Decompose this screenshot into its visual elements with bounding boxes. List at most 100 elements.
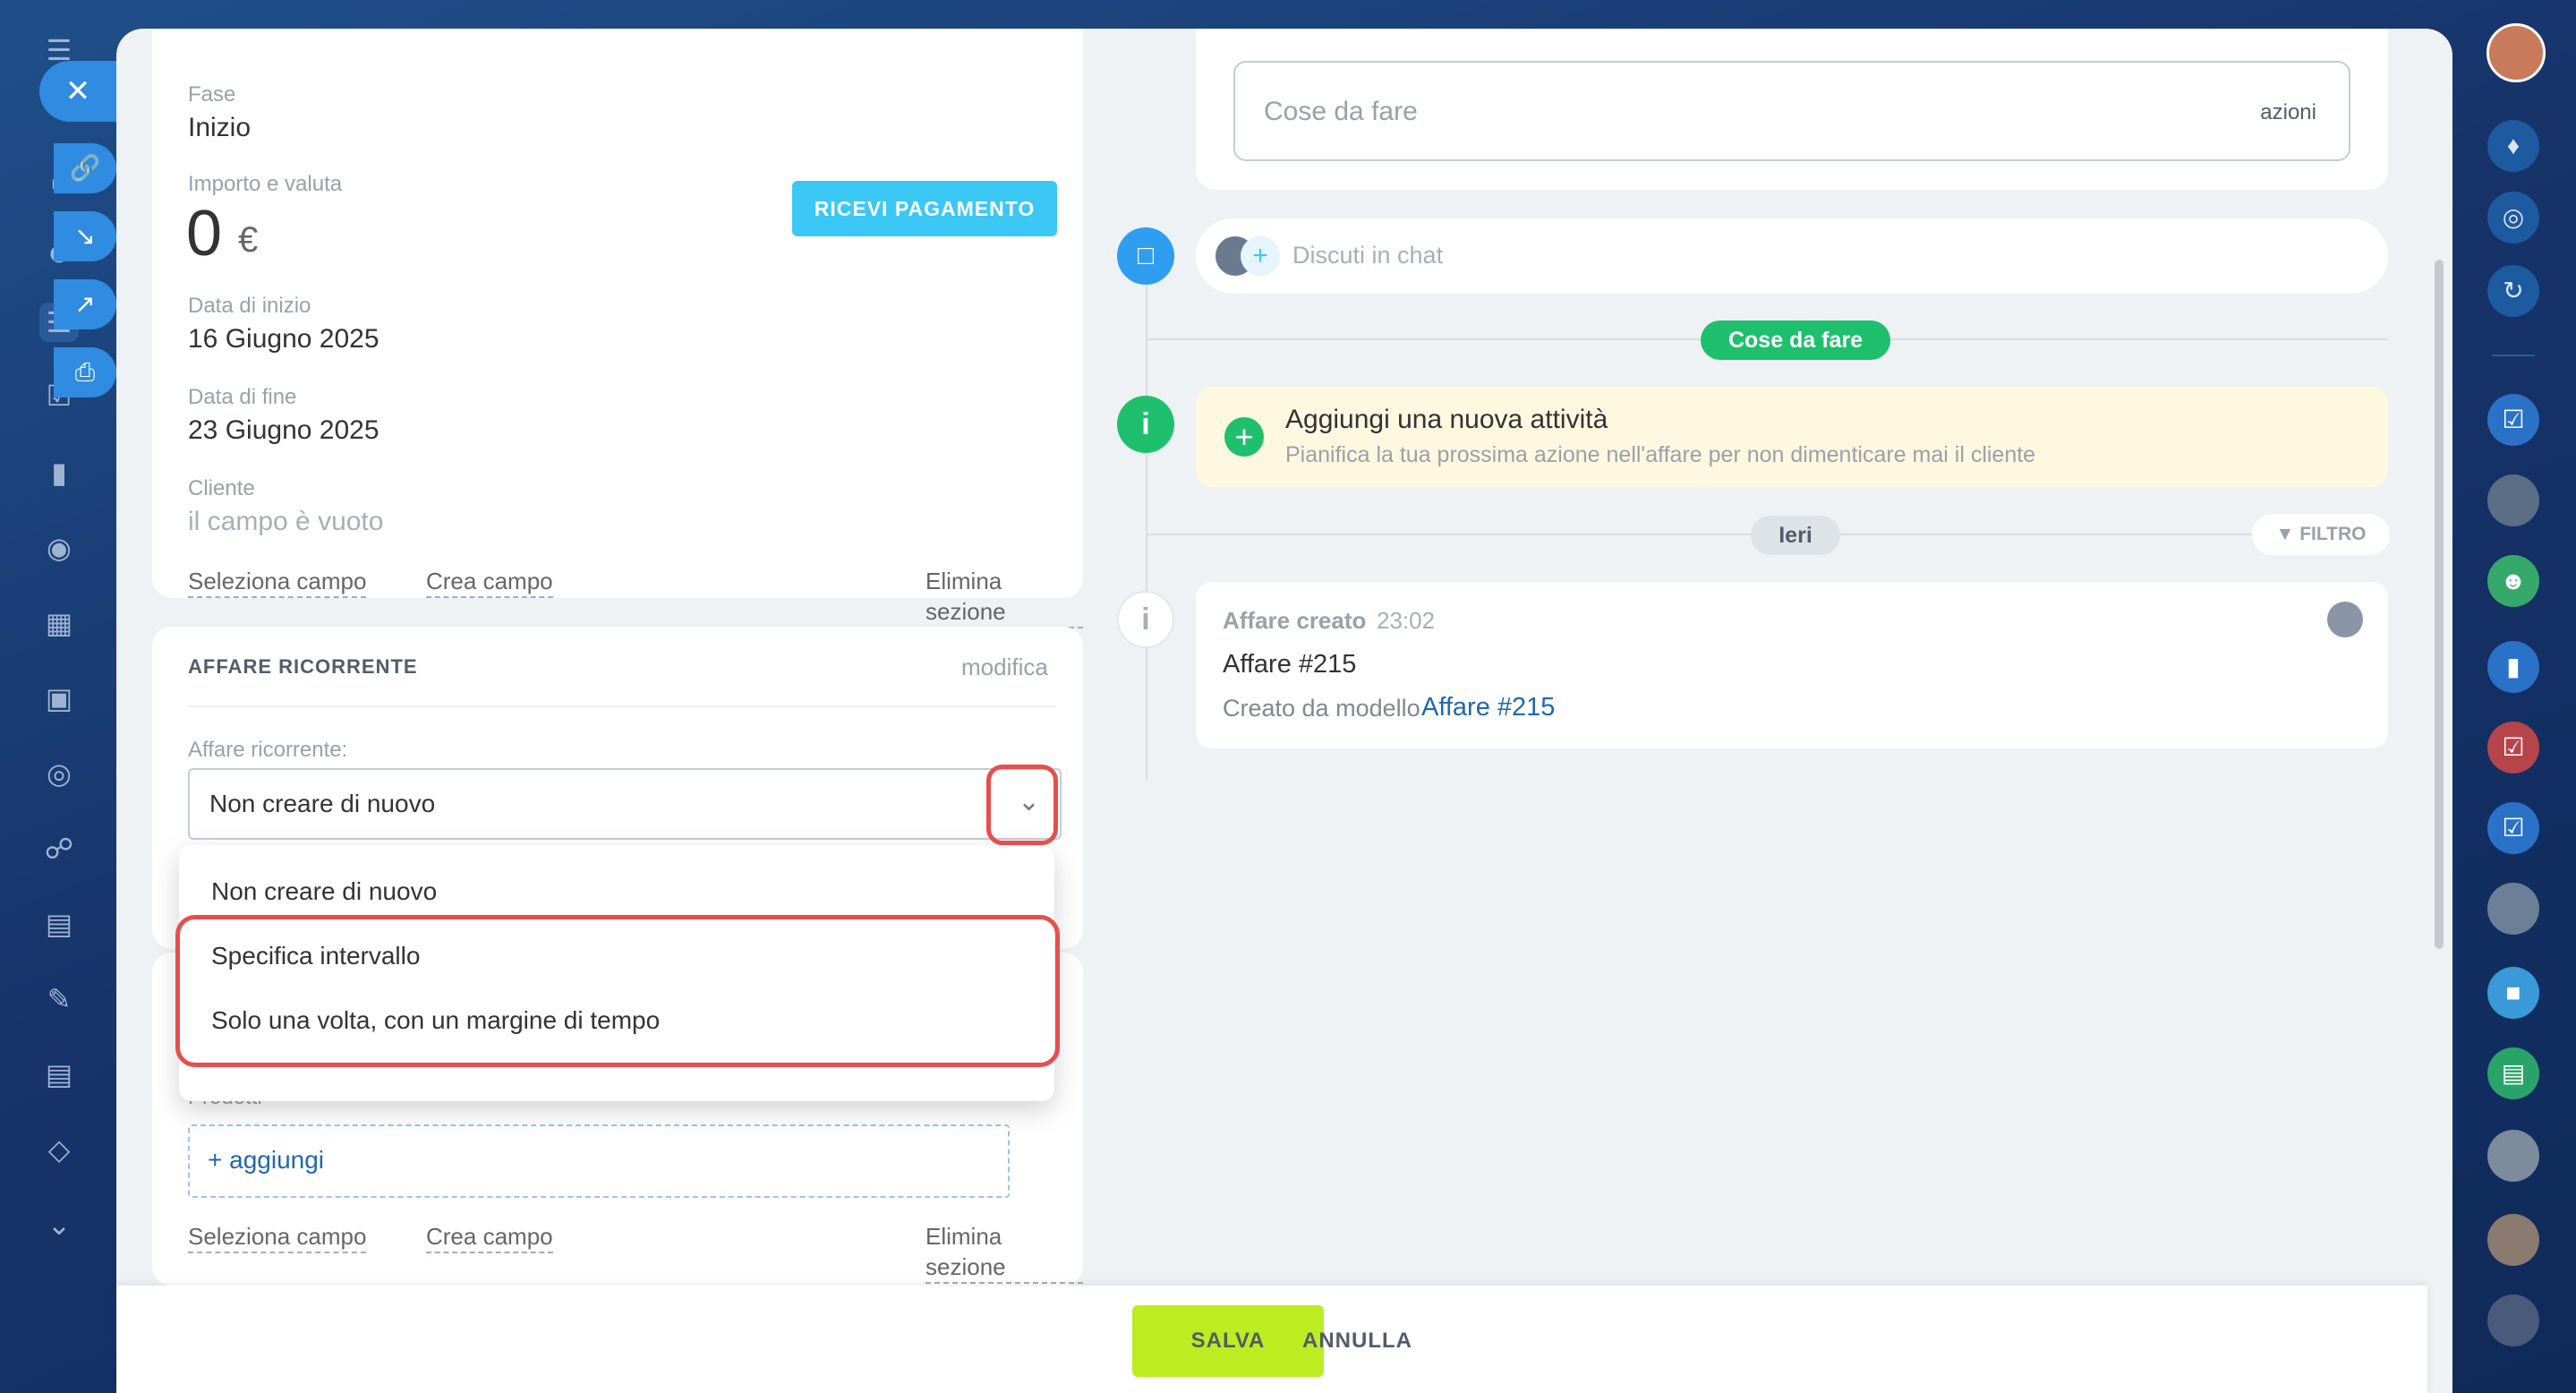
new-activity-title: Aggiungi una nuova attività <box>1285 405 1608 434</box>
yesterday-pill: Ieri <box>1751 516 1840 555</box>
more-icon[interactable]: ⌄ <box>39 1205 79 1244</box>
list-icon[interactable]: ▤ <box>39 1055 79 1094</box>
right-sidebar: ♦ ◎ ↻ ☑ ☻ ▮ ☑ ☑ ■ ▤ <box>2452 0 2576 1393</box>
end-date-label: Data di fine <box>188 385 297 409</box>
deal-created-event: Affare creato 23:02 Affare #215 Creato d… <box>1196 582 2388 748</box>
task-icon[interactable]: ☑ <box>2487 802 2539 854</box>
avatar[interactable] <box>2487 474 2539 526</box>
timeline-divider <box>1146 534 2256 535</box>
stage-label: Fase <box>188 82 236 107</box>
create-field-link[interactable]: Crea campo <box>426 1221 553 1253</box>
actions-dropdown[interactable]: azioni <box>2260 100 2316 125</box>
add-activity-icon[interactable]: + <box>1224 417 1264 457</box>
cart-icon[interactable]: ☍ <box>39 829 79 868</box>
section-divider <box>188 705 1056 707</box>
filter-button[interactable]: ▼ FILTRO <box>2252 514 2390 555</box>
close-icon: ✕ <box>64 74 91 108</box>
copilot-icon[interactable]: ◎ <box>2487 192 2539 244</box>
group-icon[interactable]: ☻ <box>2487 555 2539 607</box>
new-activity-description: Pianifica la tua prossima azione nell'af… <box>1285 442 2036 467</box>
highlight-options <box>175 915 1060 1067</box>
external-link-icon: ↗ <box>74 290 96 318</box>
todo-pill: Cose da fare <box>1701 320 1890 360</box>
open-new-window-button[interactable]: ↗ <box>54 279 116 329</box>
timeline-line <box>1146 279 1147 781</box>
sync-icon[interactable]: ↻ <box>2487 265 2539 317</box>
document-icon[interactable]: ▤ <box>2487 1047 2539 1099</box>
add-product-link[interactable]: + aggiungi <box>208 1146 324 1175</box>
print-button[interactable]: ⎙ <box>54 347 116 397</box>
bell-icon[interactable]: ♦ <box>2487 120 2539 172</box>
avatar[interactable] <box>2487 1295 2539 1346</box>
event-time: 23:02 <box>1377 607 1436 634</box>
new-activity-card[interactable]: + Aggiungi una nuova attività Pianifica … <box>1196 387 2388 487</box>
filter-icon: ▼ <box>2275 524 2295 544</box>
chat-placeholder: Discuti in chat <box>1292 242 1444 269</box>
save-button[interactable]: SALVA <box>1132 1305 1324 1377</box>
task-icon[interactable]: ☑ <box>2487 722 2539 773</box>
recurring-selected-value: Non creare di nuovo <box>209 790 436 817</box>
filter-label: FILTRO <box>2299 524 2367 544</box>
avatar[interactable] <box>2487 1130 2539 1182</box>
arrow-down-right-icon: ↘ <box>74 222 96 250</box>
currency-symbol: € <box>238 220 259 260</box>
link-icon: 🔗 <box>69 154 101 182</box>
amount-label: Importo e valuta <box>188 172 343 196</box>
copy-link-button[interactable]: 🔗 <box>54 143 116 193</box>
deal-slider-panel: Fase Inizio Importo e valuta 0 € RICEVI … <box>116 29 2452 1393</box>
footer-action-bar: SALVA ANNULLA <box>116 1286 2427 1393</box>
pin-button[interactable]: ↘ <box>54 211 116 261</box>
todo-placeholder: Cose da fare <box>1264 97 1418 126</box>
client-value[interactable]: il campo è vuoto <box>188 507 383 537</box>
robot-icon[interactable]: ◉ <box>39 528 79 568</box>
recurring-section-title: AFFARE RICORRENTE <box>188 655 418 678</box>
select-field-link[interactable]: Seleziona campo <box>188 1221 367 1253</box>
add-participant-icon[interactable]: + <box>1241 236 1280 276</box>
analytics-icon[interactable]: ▮ <box>39 453 79 492</box>
target-icon[interactable]: ◎ <box>39 754 79 793</box>
divider <box>2492 355 2535 356</box>
start-date-value[interactable]: 16 Giugno 2025 <box>188 324 380 355</box>
cancel-button[interactable]: ANNULLA <box>1302 1329 1412 1354</box>
start-date-label: Data di inizio <box>188 294 311 318</box>
info-icon: i <box>1117 396 1174 453</box>
create-field-link[interactable]: Crea campo <box>426 566 553 598</box>
amount-value[interactable]: 0 <box>186 197 222 270</box>
todo-card: Cose da fare azioni <box>1196 29 2388 190</box>
box-icon[interactable]: ◇ <box>39 1130 79 1169</box>
avatar[interactable] <box>2487 883 2539 935</box>
store-icon[interactable]: ▣ <box>39 679 79 718</box>
todo-input[interactable]: Cose da fare azioni <box>1233 61 2350 161</box>
stage-value[interactable]: Inizio <box>188 113 251 143</box>
delete-section-link[interactable]: Elimina sezione <box>925 1221 1083 1284</box>
sign-icon[interactable]: ✎ <box>39 979 79 1019</box>
chat-input[interactable]: + Discuti in chat <box>1196 218 2388 294</box>
event-title: Affare creato <box>1223 607 1367 634</box>
document-icon[interactable]: ▤ <box>39 904 79 944</box>
dropdown-option[interactable]: Non creare di nuovo <box>211 877 437 906</box>
bookmark-icon[interactable]: ▮ <box>2487 641 2539 693</box>
avatar[interactable] <box>2487 1214 2539 1266</box>
receive-payment-button[interactable]: RICEVI PAGAMENTO <box>792 181 1057 236</box>
products-add-area[interactable]: + aggiungi <box>188 1124 1010 1198</box>
info-icon: i <box>1117 591 1174 648</box>
delete-section-link[interactable]: Elimina sezione <box>925 566 1083 628</box>
scrollbar[interactable] <box>2435 260 2444 949</box>
user-avatar[interactable] <box>2486 23 2546 82</box>
edit-section-link[interactable]: modifica <box>961 654 1048 681</box>
event-template-link[interactable]: Affare #215 <box>1421 693 1555 722</box>
left-navigation-rail: ☰ ⌂ ☻ ☰ ☑ ▮ ◉ ▦ ▣ ◎ ☍ ▤ ✎ ▤ ◇ ⌄ <box>0 0 116 1393</box>
recurring-field-label: Affare ricorrente: <box>188 738 348 762</box>
deal-fields-card: Fase Inizio Importo e valuta 0 € RICEVI … <box>152 29 1083 628</box>
print-icon: ⎙ <box>74 358 96 386</box>
task-icon[interactable]: ☑ <box>2487 394 2539 446</box>
calendar-icon[interactable]: ▦ <box>39 603 79 643</box>
close-button[interactable]: ✕ <box>39 61 116 122</box>
event-created-from: Creato da modello <box>1223 695 1420 722</box>
end-date-value[interactable]: 23 Giugno 2025 <box>188 415 380 446</box>
recurring-select[interactable]: Non creare di nuovo ⌄ <box>188 768 1062 840</box>
event-deal-name: Affare #215 <box>1223 650 1357 679</box>
select-field-link[interactable]: Seleziona campo <box>188 566 367 598</box>
chat-bubble-icon[interactable]: ■ <box>2487 967 2539 1019</box>
avatar <box>2327 602 2363 637</box>
